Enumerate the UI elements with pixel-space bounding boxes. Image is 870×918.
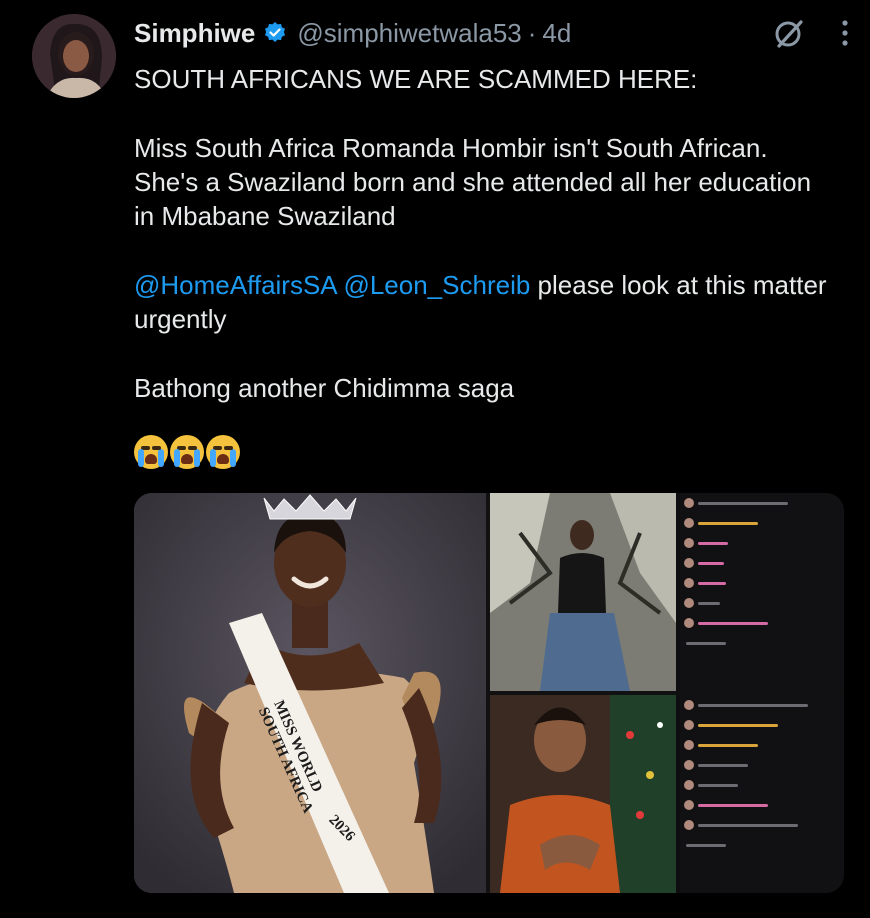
mention-home-affairs[interactable]: @HomeAffairsSA [134, 270, 336, 300]
grok-icon[interactable] [772, 16, 806, 57]
media-image-instagram-1[interactable] [490, 493, 844, 691]
comments-panel-1 [680, 493, 844, 691]
comments-panel-2 [680, 695, 844, 893]
tweet-time[interactable]: 4d [542, 18, 571, 49]
avatar-image [32, 14, 116, 98]
separator-dot: · [527, 17, 537, 48]
tweet-paragraph-2: Miss South Africa Romanda Hombir isn't S… [134, 133, 812, 231]
crying-face-icon [170, 435, 204, 469]
media-grid: MISS WORLD SOUTH AFRICA 2026 [134, 493, 844, 893]
tweet-text: SOUTH AFRICANS WE ARE SCAMMED HERE: Miss… [134, 62, 834, 469]
tweet-paragraph-3: @HomeAffairsSA @Leon_Schreib please look… [134, 268, 834, 336]
crying-face-icon [134, 435, 168, 469]
verified-badge-icon [263, 21, 287, 45]
tweet-header: Simphiwe @simphiwetwala53 · 4d [134, 16, 850, 50]
tweet-line-1: SOUTH AFRICANS WE ARE SCAMMED HERE: [134, 64, 698, 94]
author-handle[interactable]: @simphiwetwala53 [297, 18, 521, 49]
media-image-instagram-2[interactable] [490, 695, 844, 893]
mention-leon-schreib[interactable]: @Leon_Schreib [343, 270, 530, 300]
avatar[interactable] [32, 14, 116, 98]
emoji-row [134, 435, 834, 469]
media-image-pageant[interactable]: MISS WORLD SOUTH AFRICA 2026 [134, 493, 486, 893]
more-icon[interactable] [840, 18, 850, 55]
crying-face-icon [206, 435, 240, 469]
author-name[interactable]: Simphiwe [134, 18, 255, 49]
tweet-paragraph-4: Bathong another Chidimma saga [134, 373, 515, 403]
